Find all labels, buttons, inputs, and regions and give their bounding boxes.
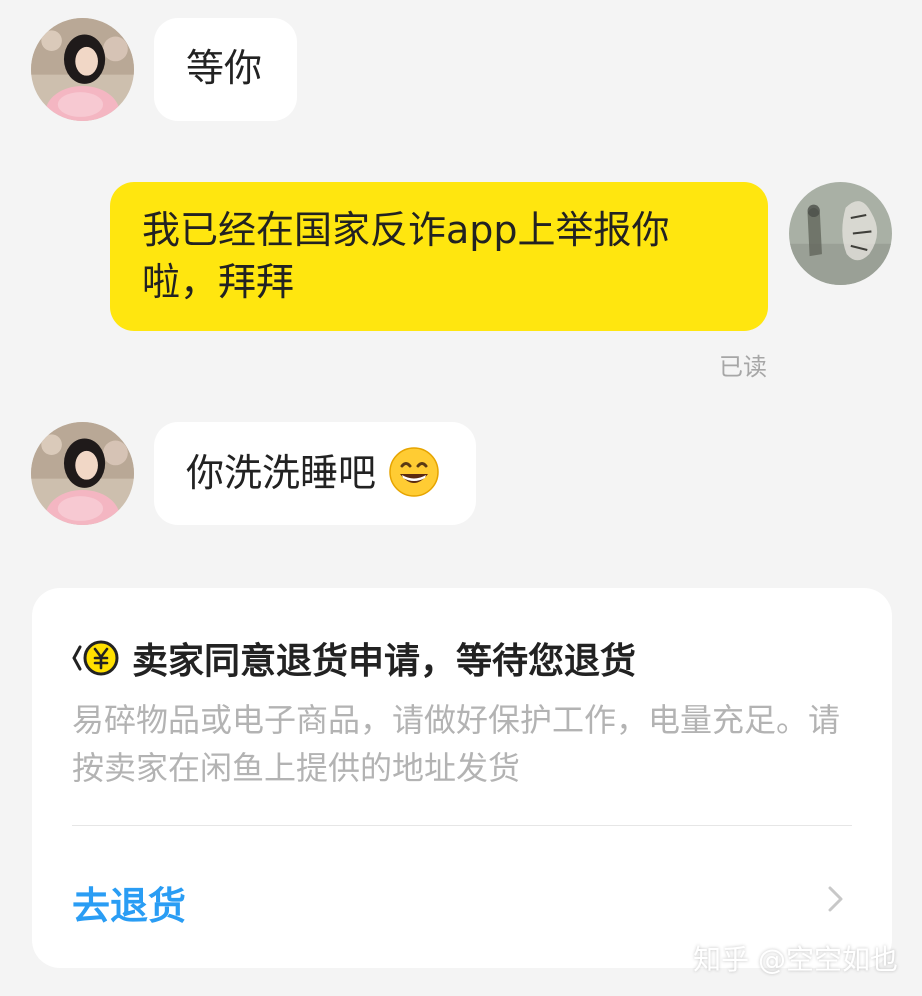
message-text-line-2: 啦，拜拜 (142, 260, 295, 304)
card-header: 卖家同意退货申请，等待您退货 (72, 632, 636, 684)
message-bubble-3[interactable]: 你洗洗睡吧 (154, 422, 476, 525)
grinning-face-emoji (388, 446, 440, 498)
message-text: 你洗洗睡吧 (186, 451, 377, 495)
yen-return-icon (72, 640, 119, 676)
go-return-button[interactable]: 去退货 (72, 875, 186, 930)
divider (72, 825, 852, 826)
message-text: 等你 (186, 46, 263, 90)
chevron-right-icon[interactable] (826, 884, 846, 914)
message-text-line-1: 我已经在国家反诈app上举报你 (142, 208, 670, 252)
user-avatar[interactable] (789, 182, 892, 285)
read-status: 已读 (719, 353, 767, 381)
contact-avatar[interactable] (31, 422, 134, 525)
message-bubble-1[interactable]: 等你 (154, 18, 297, 121)
card-title: 卖家同意退货申请，等待您退货 (132, 641, 637, 682)
card-description: 易碎物品或电子商品，请做好保护工作，电量充足。请按卖家在闲鱼上提供的地址发货 (72, 701, 841, 787)
message-bubble-2[interactable]: 我已经在国家反诈app上举报你 啦，拜拜 (110, 182, 768, 331)
watermark: 知乎 @空空如也 (693, 943, 898, 976)
return-request-card[interactable]: 卖家同意退货申请，等待您退货 易碎物品或电子商品，请做好保护工作，电量充足。请按… (32, 588, 892, 968)
contact-avatar[interactable] (31, 18, 134, 121)
